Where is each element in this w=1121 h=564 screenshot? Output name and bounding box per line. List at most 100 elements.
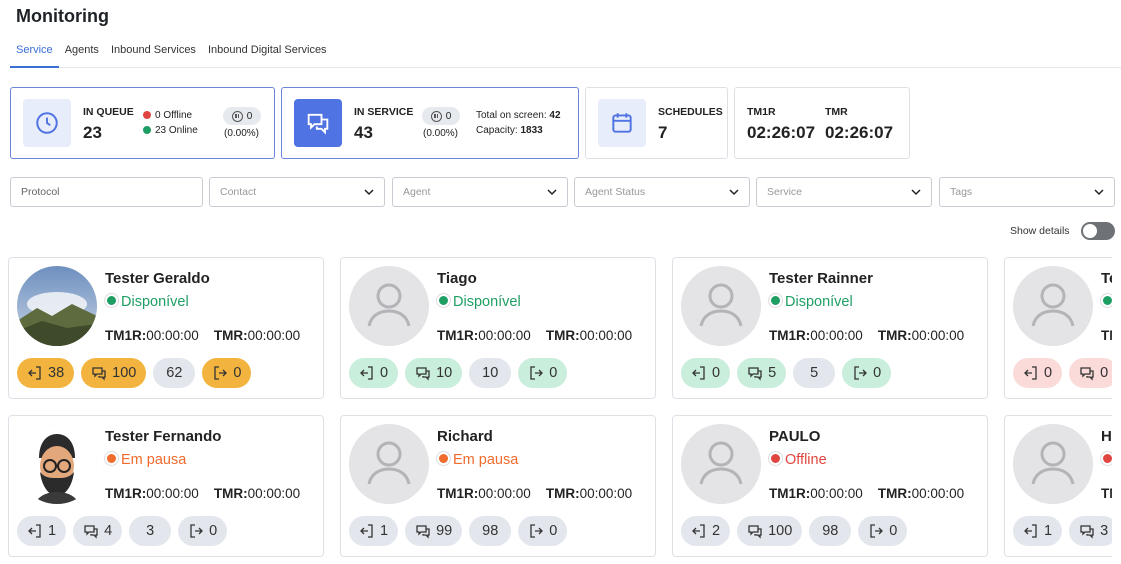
inbound-pill[interactable]: 0 (1013, 358, 1063, 388)
chats-pill-value: 100 (768, 523, 793, 539)
capacity: Capacity: 1833 (476, 125, 543, 136)
tm1r-value: 00:00:00 (146, 486, 199, 501)
offline-dot (143, 111, 151, 119)
inbound-pill[interactable]: 0 (349, 358, 399, 388)
agent-status-placeholder: Agent Status (585, 186, 646, 198)
status-dot (437, 452, 450, 465)
agent-name: Te (1101, 270, 1112, 287)
chats-pill[interactable]: 5 (737, 358, 787, 388)
outbound-icon (868, 523, 884, 539)
in-service-card[interactable]: IN SERVICE 43 0 (0.00%) Total on screen:… (281, 87, 579, 159)
tab-inbound-digital-services[interactable]: Inbound Digital Services (202, 38, 333, 68)
count-pill[interactable]: 5 (793, 358, 836, 388)
agent-cards-viewport: Tester Geraldo Disponível TM1R:00:00:00 TM… (0, 250, 1112, 564)
tab-agents[interactable]: Agents (59, 38, 105, 68)
schedules-label: SCHEDULES (658, 106, 723, 118)
count-pill[interactable]: 98 (809, 516, 852, 546)
agent-name: Richard (437, 428, 493, 445)
count-pill[interactable]: 3 (129, 516, 172, 546)
agent-card[interactable]: TeDisponívelTM1R:00:00:00 TMR:00:00:0000 (1004, 257, 1112, 399)
online-count: 23 Online (143, 125, 198, 136)
agent-status-select[interactable]: Agent Status (574, 177, 750, 207)
in-queue-card[interactable]: IN QUEUE 23 0 Offline 23 Online 0 (0.00%… (10, 87, 275, 159)
chat-icon (83, 523, 99, 539)
outbound-pill[interactable]: 0 (518, 358, 568, 388)
chats-pill[interactable]: 0 (1069, 358, 1112, 388)
outbound-pill-value: 0 (889, 523, 898, 539)
inbound-pill[interactable]: 38 (17, 358, 75, 388)
online-text: 23 Online (155, 125, 198, 136)
tmr-value: 00:00:00 (579, 328, 633, 343)
agent-pills: 1 99 98 0 (349, 516, 568, 546)
status-dot (1101, 294, 1112, 307)
agent-card[interactable]: PAULO Offline TM1R:00:00:00 TMR:00:00:00 2 1… (672, 415, 988, 557)
agent-card[interactable]: Richard Em pausa TM1R:00:00:00 TMR:00:00:0… (340, 415, 656, 557)
outbound-pill[interactable]: 0 (842, 358, 892, 388)
agent-card[interactable]: Tester Fernando Em pausa TM1R:00:00:00 TMR… (8, 415, 324, 557)
pause-icon (231, 110, 243, 122)
agent-pills: 38 100 62 0 (17, 358, 252, 388)
agent-status-text: Disponível (785, 294, 853, 310)
count-pill[interactable]: 62 (153, 358, 196, 388)
inbound-icon (27, 365, 43, 381)
status-dot (769, 452, 782, 465)
count-pill[interactable]: 10 (469, 358, 512, 388)
chats-pill[interactable]: 99 (405, 516, 463, 546)
tmr-label: TMR: (545, 486, 580, 501)
tab-inbound-services[interactable]: Inbound Services (105, 38, 202, 68)
tm1r-label: TM1R: (1101, 328, 1112, 343)
tags-select[interactable]: Tags (939, 177, 1115, 207)
chats-pill[interactable]: 100 (81, 358, 147, 388)
outbound-pill[interactable]: 0 (202, 358, 252, 388)
outbound-pill[interactable]: 0 (858, 516, 908, 546)
inbound-pill[interactable]: 0 (681, 358, 731, 388)
capacity-value: 1833 (520, 125, 543, 136)
agent-pills: 2 100 98 0 (681, 516, 908, 546)
tab-service[interactable]: Service (10, 38, 59, 68)
chats-pill[interactable]: 100 (737, 516, 803, 546)
clock-icon (23, 99, 71, 147)
service-select[interactable]: Service (756, 177, 932, 207)
chevron-down-icon (547, 189, 557, 196)
inbound-pill-value: 1 (1044, 523, 1053, 539)
count-pill[interactable]: 98 (469, 516, 512, 546)
agent-times: TM1R:00:00:00 TMR:00:00:00 (1101, 328, 1112, 343)
tm1r-label: TM1R: (1101, 486, 1112, 501)
contact-select[interactable]: Contact (209, 177, 385, 207)
count-pill-value: 10 (482, 365, 499, 381)
agent-status: Offline (769, 452, 827, 468)
agent-select[interactable]: Agent (392, 177, 568, 207)
chats-pill-value: 4 (104, 523, 113, 539)
agent-card[interactable]: Tiago Disponível TM1R:00:00:00 TMR:00:00:0… (340, 257, 656, 399)
inbound-pill[interactable]: 1 (17, 516, 67, 546)
outbound-icon (188, 523, 204, 539)
chats-pill[interactable]: 10 (405, 358, 463, 388)
outbound-pill[interactable]: 0 (178, 516, 228, 546)
schedules-value: 7 (658, 123, 668, 142)
tmr-label: TMR: (213, 486, 248, 501)
tmr-value: 00:00:00 (247, 328, 301, 343)
inbound-pill[interactable]: 1 (349, 516, 399, 546)
agent-status: Disponível (769, 294, 853, 310)
outbound-pill[interactable]: 0 (518, 516, 568, 546)
show-details-toggle[interactable] (1081, 222, 1115, 240)
agent-name: Tiago (437, 270, 477, 287)
inbound-pill-value: 1 (380, 523, 389, 539)
agent-times: TM1R:00:00:00 TMR:00:00:00 (1101, 486, 1112, 501)
agent-pills: 1 4 3 0 (17, 516, 228, 546)
count-pill-value: 98 (482, 523, 499, 539)
agent-card[interactable]: HOfflineTM1R:00:00:00 TMR:00:00:0013 (1004, 415, 1112, 557)
in-queue-value: 23 (83, 123, 102, 142)
status-dot (769, 294, 782, 307)
agent-card[interactable]: Tester Rainner Disponível TM1R:00:00:00 TM… (672, 257, 988, 399)
chats-pill[interactable]: 3 (1069, 516, 1112, 546)
outbound-icon (528, 523, 544, 539)
online-dot (143, 126, 151, 134)
inbound-pill[interactable]: 1 (1013, 516, 1063, 546)
chevron-down-icon (364, 189, 374, 196)
agent-card[interactable]: Tester Geraldo Disponível TM1R:00:00:00 TM… (8, 257, 324, 399)
chats-pill[interactable]: 4 (73, 516, 123, 546)
inbound-pill[interactable]: 2 (681, 516, 731, 546)
protocol-input[interactable]: Protocol (10, 177, 203, 207)
schedules-card[interactable]: SCHEDULES 7 (585, 87, 728, 159)
